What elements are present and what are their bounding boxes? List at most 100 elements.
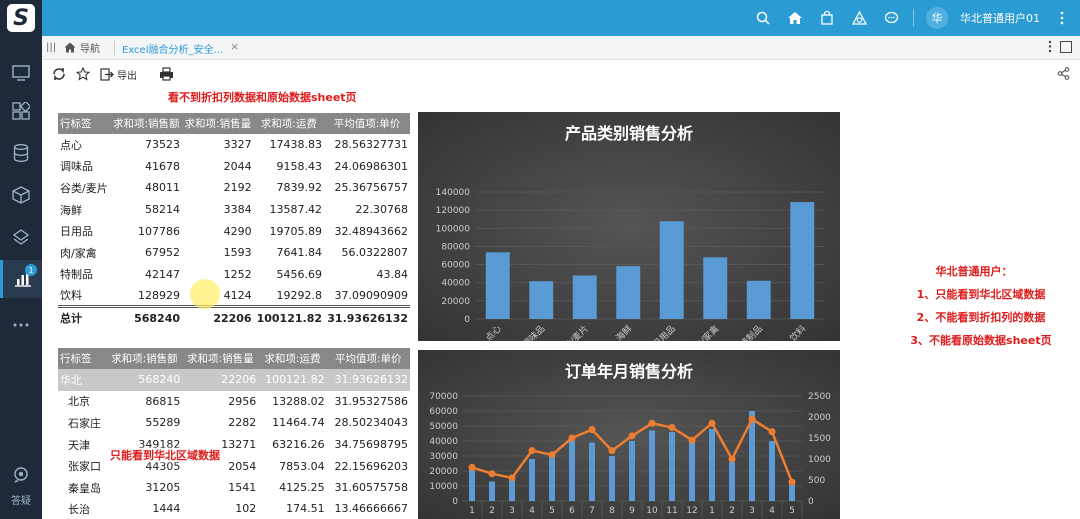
- bar: [729, 462, 735, 501]
- y-tick-label: 80000: [441, 242, 470, 252]
- bar: [709, 429, 715, 501]
- table-cell: 秦皇岛: [68, 481, 101, 495]
- x-tick-label: 12: [686, 506, 697, 516]
- tab-current-report[interactable]: Excel融合分析_安全...: [122, 41, 223, 56]
- more-vertical-icon[interactable]: [1048, 40, 1052, 56]
- y-right-tick-label: 1000: [808, 455, 831, 465]
- table-cell: 568240: [110, 305, 183, 329]
- table-cell: 128929: [138, 288, 181, 302]
- x-tick-label: 5: [549, 506, 555, 516]
- export-button[interactable]: 导出: [100, 67, 137, 82]
- table-cell: 7853.04: [279, 459, 325, 473]
- x-tick-label: 10: [646, 506, 658, 516]
- logo-letter: S: [7, 4, 35, 32]
- layers-icon[interactable]: [0, 218, 42, 256]
- column-header: 求和项:运费: [253, 113, 325, 134]
- share-icon[interactable]: [1057, 67, 1070, 83]
- x-tick-label: 11: [666, 506, 677, 516]
- report-chart-icon[interactable]: 1: [0, 260, 42, 298]
- region-row[interactable]: 华北 568240 22206 100121.82 31.93626132: [58, 369, 410, 391]
- y-right-tick-label: 500: [808, 476, 825, 486]
- table-cell: 肉/家禽: [60, 246, 97, 260]
- table-cell: 67952: [145, 246, 181, 260]
- table-cell: 41678: [145, 159, 181, 173]
- home-icon[interactable]: [785, 8, 805, 28]
- column-header: 求和项:销售额: [106, 348, 183, 369]
- y-tick-label: 140000: [436, 188, 471, 198]
- bar: [649, 430, 655, 501]
- top-right-actions: 华 华北普通用户01: [753, 0, 1072, 36]
- category-sales-chart: 产品类别销售分析 0 20000 40000 60000 80000 100000 1200…: [418, 112, 840, 341]
- table-cell: 张家口: [68, 460, 101, 474]
- line-point: [488, 470, 496, 478]
- line-point: [508, 474, 516, 482]
- column-header: 平均值项:单价: [324, 113, 410, 134]
- column-header: 行标签: [58, 348, 107, 369]
- bag-icon[interactable]: [817, 8, 837, 28]
- total-row: 总计 568240 22206 100121.82 31.93626132: [58, 305, 410, 329]
- favorite-button[interactable]: [76, 67, 90, 81]
- table-cell: 568240: [106, 369, 183, 391]
- table-cell: 调味品: [60, 160, 93, 174]
- column-header: 平均值项:单价: [326, 348, 410, 369]
- table-cell: 点心: [60, 138, 82, 152]
- app-logo[interactable]: S: [0, 0, 42, 36]
- table-cell: 22.30768: [355, 203, 409, 217]
- bar: [572, 275, 597, 319]
- grip-icon[interactable]: |||: [46, 42, 56, 53]
- table-cell: 86815: [145, 394, 181, 408]
- bar: [703, 257, 728, 319]
- avatar[interactable]: 华: [926, 7, 948, 29]
- monitor-icon[interactable]: [0, 54, 42, 92]
- more-icon[interactable]: [0, 306, 42, 344]
- table-cell: 谷类/麦片: [60, 181, 108, 195]
- dashboard-icon[interactable]: [0, 92, 42, 130]
- tab-separator: [114, 41, 115, 55]
- maximize-icon[interactable]: [1060, 41, 1072, 53]
- y-tick-label: 40000: [441, 279, 470, 289]
- line-point: [748, 415, 756, 423]
- line-point: [468, 463, 476, 471]
- user-name[interactable]: 华北普通用户01: [960, 10, 1040, 26]
- close-icon[interactable]: ×: [230, 40, 239, 53]
- table-cell: 28.56327731: [334, 138, 408, 152]
- more-vertical-icon[interactable]: [1052, 8, 1072, 28]
- refresh-button[interactable]: [52, 67, 66, 81]
- line-point: [648, 419, 656, 427]
- column-header: 求和项:销售量: [182, 113, 254, 134]
- search-icon[interactable]: [753, 8, 773, 28]
- bar: [469, 466, 475, 501]
- help-icon[interactable]: [0, 460, 42, 490]
- print-button[interactable]: [159, 67, 174, 81]
- top-bar: S 华 华北普通用户01: [0, 0, 1080, 36]
- chat-icon[interactable]: [881, 8, 901, 28]
- table-cell: 3327: [223, 138, 252, 152]
- sidebar: 1 答疑: [0, 36, 42, 519]
- table-cell: 37.09090909: [334, 288, 408, 302]
- export-icon: [100, 67, 114, 81]
- table-row: 调味品 41678 2044 9158.43 24.06986301: [58, 156, 410, 178]
- x-tick-label: 8: [609, 506, 615, 516]
- table-cell: 48011: [145, 181, 181, 195]
- table-cell: 174.51: [286, 502, 325, 516]
- bar: [589, 442, 595, 501]
- y-right-tick-label: 1500: [808, 434, 831, 444]
- user-permission-title: 华北普通用户：: [935, 265, 1013, 278]
- table-cell: 31205: [145, 481, 181, 495]
- cube-icon[interactable]: [0, 176, 42, 214]
- bar: [529, 281, 554, 319]
- table-cell: 19705.89: [269, 224, 323, 238]
- table-cell: 24.06986301: [334, 159, 408, 173]
- x-tick-label: 2: [489, 506, 495, 516]
- table-cell: 天津: [68, 438, 90, 452]
- help-label[interactable]: 答疑: [0, 492, 42, 507]
- sync-icon[interactable]: [849, 8, 869, 28]
- column-header: 求和项:销售量: [182, 348, 259, 369]
- table-row: 北京 86815 2956 13288.02 31.95327586: [58, 391, 410, 413]
- x-tick-label: 饮料: [787, 323, 808, 341]
- tab-home[interactable]: 导航: [64, 40, 100, 55]
- table-cell: 2192: [223, 181, 252, 195]
- database-icon[interactable]: [0, 134, 42, 172]
- user-permission-line-2: 2、不能看到折扣列的数据: [916, 311, 1046, 324]
- y-left-tick-label: 50000: [429, 422, 458, 432]
